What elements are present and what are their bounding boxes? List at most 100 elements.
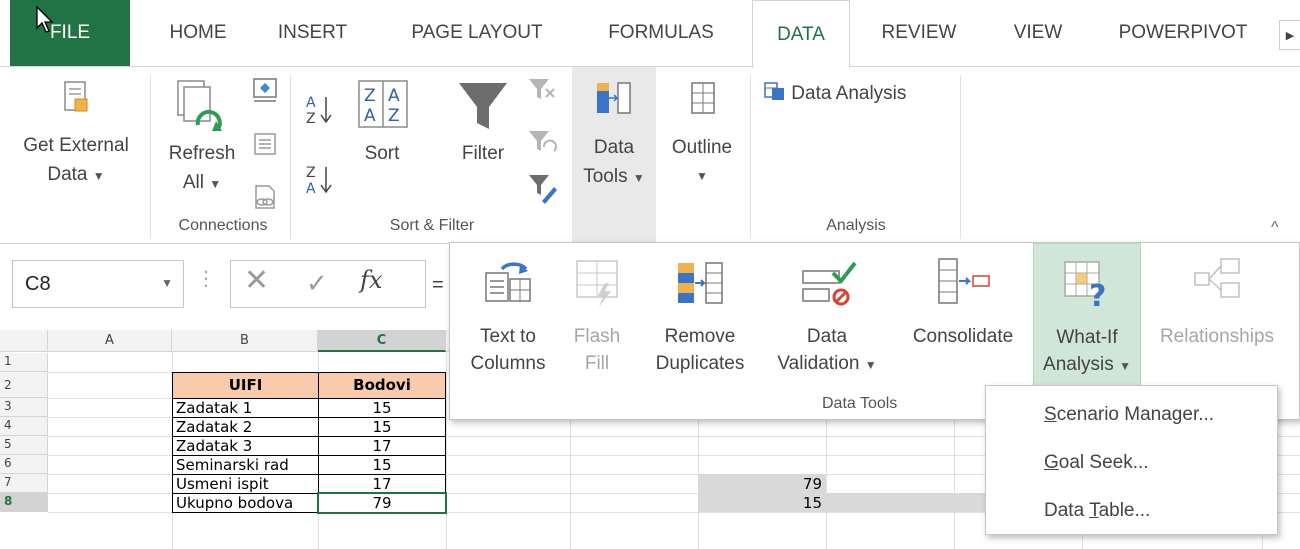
edit-links-icon[interactable] (252, 183, 278, 211)
cell-c7[interactable]: 17 (318, 474, 446, 494)
tab-insert[interactable]: INSERT (265, 0, 360, 66)
data-analysis-label: Data Analysis (791, 83, 907, 104)
filter-funnel-icon (459, 83, 507, 129)
svg-text:Z: Z (364, 86, 376, 106)
text-to-columns-icon (485, 262, 531, 302)
sort-label: Sort (364, 143, 400, 164)
cell-b4[interactable]: Zadatak 2 (172, 417, 319, 437)
row-header-2[interactable]: 2 (0, 372, 48, 398)
properties-icon[interactable] (252, 131, 278, 157)
group-label-analysis: Analysis (826, 217, 886, 234)
tab-view-label: VIEW (1013, 22, 1063, 43)
advanced-filter-icon[interactable] (526, 171, 558, 207)
tab-formulas[interactable]: FORMULAS (583, 0, 739, 66)
cancel-icon[interactable]: ✕ (244, 266, 269, 296)
what-if-analysis-button[interactable]: ? What-If Analysis ▼ (1033, 243, 1141, 393)
relationships-button[interactable]: Relationships (1142, 243, 1292, 393)
cell-b6[interactable]: Seminarski rad (172, 455, 319, 475)
group-separator (750, 75, 751, 239)
get-external-data-label-2: Data (47, 164, 88, 185)
svg-text:A: A (388, 86, 400, 106)
cell-c2[interactable]: Bodovi (318, 372, 446, 399)
data-tools-button[interactable]: Data Tools ▼ (572, 77, 656, 193)
row-header-7[interactable]: 7 (0, 474, 48, 493)
cell-c3[interactable]: 15 (318, 398, 446, 418)
collapse-ribbon-icon[interactable]: ^ (1271, 219, 1279, 237)
cell-b7[interactable]: Usmeni ispit (172, 474, 319, 494)
sort-z-to-a-icon[interactable]: Z A (304, 161, 334, 197)
tab-view[interactable]: VIEW (992, 0, 1084, 66)
cell-f8[interactable]: 15 (698, 494, 826, 512)
refresh-all-button[interactable]: Refresh All ▼ (156, 77, 248, 199)
cell-f7[interactable]: 79 (698, 475, 826, 493)
consolidate-icon (938, 258, 990, 304)
column-header-b[interactable]: B (172, 330, 318, 352)
remove-duplicates-label-2: Duplicates (655, 353, 745, 374)
clear-filter-icon[interactable] (526, 75, 558, 105)
tab-file[interactable]: FILE (10, 0, 130, 66)
chevron-down-icon[interactable]: ▼ (161, 276, 173, 290)
tab-page-layout[interactable]: PAGE LAYOUT (384, 0, 570, 66)
data-tools-label-2: Tools (583, 166, 628, 187)
outline-button[interactable]: Outline ▼ (660, 77, 744, 191)
group-separator (960, 75, 961, 239)
get-external-data-button[interactable]: Get External Data ▼ (6, 77, 146, 191)
refresh-all-label-1: Refresh (168, 143, 236, 164)
svg-text:A: A (364, 106, 376, 126)
insert-function-icon[interactable]: fx (360, 266, 382, 294)
reapply-filter-icon[interactable] (526, 127, 558, 159)
cell-c6[interactable]: 15 (318, 455, 446, 475)
dropdown-caret-icon: ▼ (92, 169, 105, 183)
enter-check-icon[interactable]: ✓ (306, 268, 328, 299)
column-header-c[interactable]: C (318, 330, 446, 352)
what-if-analysis-menu: Scenario Manager... Goal Seek... Data Ta… (985, 385, 1278, 535)
cell-b2[interactable]: UIFI (172, 372, 319, 399)
remove-duplicates-label: Remove Duplicates (640, 323, 760, 377)
menu-item-data-table[interactable]: Data Table... (986, 488, 1277, 534)
row-header-8[interactable]: 8 (0, 493, 48, 512)
tab-data[interactable]: DATA (752, 0, 850, 68)
consolidate-button[interactable]: Consolidate (896, 243, 1030, 393)
tab-home[interactable]: HOME (152, 0, 244, 66)
what-if-analysis-label-2: Analysis (1043, 354, 1114, 375)
group-label-connections: Connections (178, 217, 268, 234)
text-to-columns-button[interactable]: Text to Columns (456, 243, 560, 393)
svg-text:A: A (306, 181, 316, 197)
menu-item-goal-seek[interactable]: Goal Seek... (986, 440, 1277, 486)
filter-button[interactable]: Filter (440, 77, 526, 168)
remove-duplicates-button[interactable]: Remove Duplicates (640, 243, 760, 393)
menu-item-label: cenario Manager... (1056, 404, 1215, 425)
data-analysis-button[interactable]: Data Analysis (764, 79, 954, 108)
cell-c4[interactable]: 15 (318, 417, 446, 437)
flash-fill-button[interactable]: Flash Fill (562, 243, 632, 393)
row-header-3[interactable]: 3 (0, 398, 48, 417)
column-header-a[interactable]: A (48, 330, 172, 352)
data-validation-label-2: Validation (777, 353, 860, 374)
connections-icon[interactable] (250, 75, 280, 105)
row-header-5[interactable]: 5 (0, 436, 48, 455)
svg-text:?: ? (1089, 279, 1106, 310)
row-header-4[interactable]: 4 (0, 417, 48, 436)
remove-duplicates-icon (678, 262, 723, 304)
cell-b8[interactable]: Ukupno bodova (172, 493, 319, 513)
cell-c5[interactable]: 17 (318, 436, 446, 456)
relationships-label: Relationships (1142, 323, 1292, 350)
sort-a-to-z-icon[interactable]: A Z (304, 91, 334, 127)
tab-scroll-right-icon[interactable]: ▶ (1279, 20, 1300, 50)
tab-powerpivot[interactable]: POWERPIVOT (1100, 0, 1266, 66)
tab-review-label: REVIEW (881, 22, 957, 43)
data-validation-button[interactable]: Data Validation ▼ (762, 243, 892, 393)
dropdown-caret-icon: ▼ (209, 177, 222, 191)
formula-bar-splitter-icon[interactable]: ⋮ (196, 266, 216, 291)
cell-b5[interactable]: Zadatak 3 (172, 436, 319, 456)
tab-powerpivot-label: POWERPIVOT (1118, 22, 1248, 43)
sort-button[interactable]: Z A A Z Sort (346, 77, 418, 168)
cell-b3[interactable]: Zadatak 1 (172, 398, 319, 418)
menu-item-scenario-manager[interactable]: Scenario Manager... (986, 392, 1277, 438)
row-header-1[interactable]: 1 (0, 353, 48, 372)
select-all-corner[interactable] (0, 330, 48, 352)
tab-review[interactable]: REVIEW (858, 0, 980, 66)
data-validation-label-1: Data (806, 326, 848, 347)
name-box[interactable]: C8 ▼ (12, 260, 184, 308)
row-header-6[interactable]: 6 (0, 455, 48, 474)
